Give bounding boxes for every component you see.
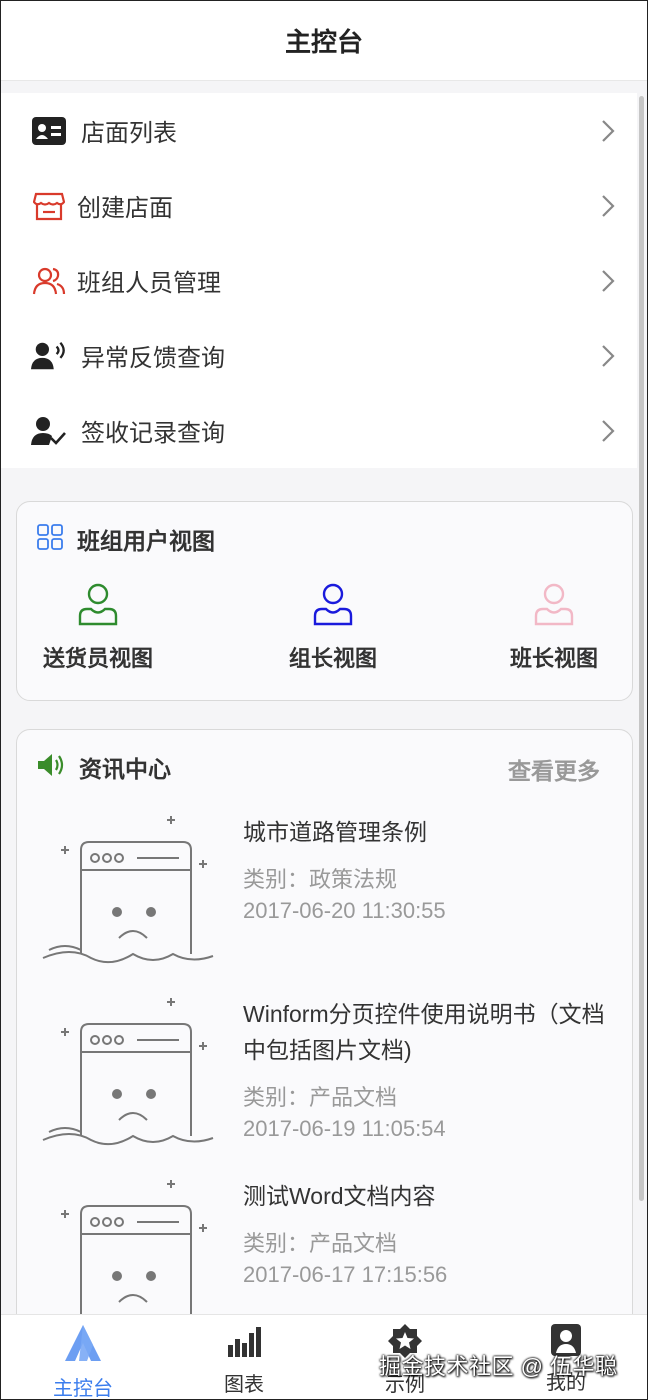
chevron-right-icon [601, 344, 615, 373]
user-check-icon [31, 413, 67, 449]
user-voice-icon [31, 338, 67, 374]
view-group-leader[interactable]: 组长视图 [289, 582, 377, 673]
menu-item-team-management[interactable]: 班组人员管理 [1, 243, 637, 318]
top-bar: 主控台 [1, 1, 647, 81]
menu-label: 异常反馈查询 [81, 345, 225, 372]
speaker-icon [37, 753, 65, 782]
grid-icon [37, 523, 63, 555]
news-item[interactable]: 城市道路管理条例 类别：政策法规 2017-06-20 11:30:55 [17, 808, 632, 988]
news-title: 城市道路管理条例 [243, 819, 427, 845]
menu-label: 创建店面 [77, 195, 173, 222]
news-date: 2017-06-19 11:05:54 [243, 1116, 446, 1141]
tab-label: 主控台 [53, 1378, 113, 1400]
news-title: Winform分页控件使用说明书（文档中包括图片文档) [243, 1001, 605, 1063]
tab-charts[interactable]: 图表 [194, 1323, 294, 1397]
app-frame: 主控台 店面列表 创建店面 班组人员管理 异常反馈查询 签收记录查询 班组用户视… [0, 0, 648, 1400]
view-label: 班长视图 [510, 646, 599, 671]
contact-card-icon [31, 113, 67, 149]
card-header: 资讯中心 [37, 750, 171, 784]
bar-chart-icon [226, 1323, 262, 1364]
chevron-right-icon [601, 419, 615, 448]
tab-label: 图表 [224, 1374, 264, 1396]
user-profile-icon [78, 582, 118, 631]
chevron-right-icon [601, 119, 615, 148]
menu-item-sign-records[interactable]: 签收记录查询 [1, 393, 637, 468]
menu-label: 店面列表 [81, 120, 177, 147]
menu-label: 班组人员管理 [77, 270, 221, 297]
menu-item-create-store[interactable]: 创建店面 [1, 168, 637, 243]
watermark: 掘金技术社区 @ 伍华聪 [379, 1354, 618, 1379]
card-title: 资讯中心 [79, 756, 171, 782]
empty-image-placeholder-icon [41, 808, 217, 983]
scrollbar[interactable] [639, 96, 644, 1201]
team-view-card: 班组用户视图 送货员视图 组长视图 班长视图 [16, 501, 633, 701]
news-category: 类别：政策法规 [243, 867, 398, 892]
empty-image-placeholder-icon [41, 990, 217, 1165]
view-label: 组长视图 [289, 646, 378, 671]
user-profile-icon [534, 582, 574, 631]
news-date: 2017-06-20 11:30:55 [243, 898, 446, 923]
card-title: 班组用户视图 [77, 528, 215, 554]
user-profile-icon [313, 582, 353, 631]
card-header: 班组用户视图 [37, 522, 215, 556]
team-people-icon [31, 263, 67, 299]
menu-item-store-list[interactable]: 店面列表 [1, 93, 637, 168]
chevron-right-icon [601, 269, 615, 298]
menu-label: 签收记录查询 [81, 420, 225, 447]
chevron-right-icon [601, 194, 615, 223]
view-courier[interactable]: 送货员视图 [43, 582, 153, 673]
news-title: 测试Word文档内容 [243, 1183, 436, 1209]
tab-dashboard[interactable]: 主控台 [33, 1323, 133, 1400]
news-category: 类别：产品文档 [243, 1231, 398, 1256]
news-item[interactable]: Winform分页控件使用说明书（文档中包括图片文档) 类别：产品文档 2017… [17, 990, 632, 1170]
mountain-logo-icon [63, 1323, 103, 1368]
news-date: 2017-06-17 17:15:56 [243, 1262, 448, 1287]
storefront-icon [31, 188, 67, 224]
see-more-link[interactable]: 查看更多 [508, 752, 600, 786]
news-card: 资讯中心 查看更多 城市道路管理条例 类别：政策法规 2017-06-20 11… [16, 729, 633, 1349]
menu-list: 店面列表 创建店面 班组人员管理 异常反馈查询 签收记录查询 [1, 93, 637, 468]
view-label: 送货员视图 [43, 646, 154, 671]
news-category: 类别：产品文档 [243, 1085, 398, 1110]
menu-item-exception-feedback[interactable]: 异常反馈查询 [1, 318, 637, 393]
view-team-leader[interactable]: 班长视图 [510, 582, 598, 673]
page-title: 主控台 [284, 27, 363, 57]
